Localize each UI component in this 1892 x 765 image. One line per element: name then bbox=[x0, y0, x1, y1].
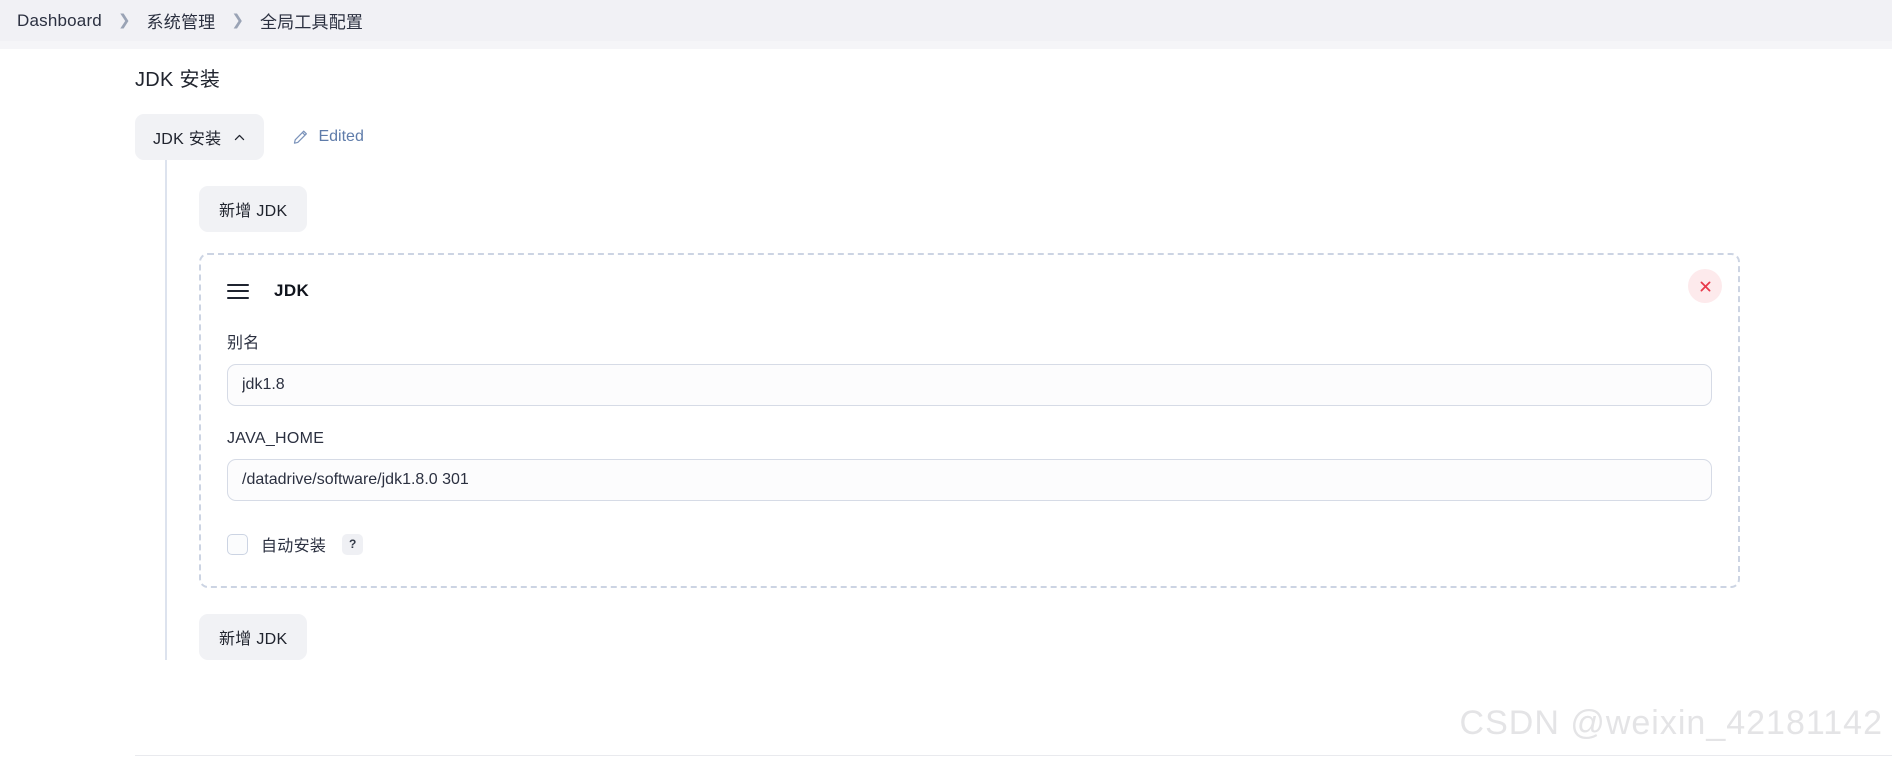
chevron-right-icon: ❯ bbox=[231, 11, 244, 29]
breadcrumb-underlay bbox=[0, 41, 1892, 49]
auto-install-row: 自动安装 ? bbox=[227, 532, 1712, 556]
drag-handle-icon[interactable] bbox=[227, 283, 249, 299]
watermark: CSDN @weixin_42181142 bbox=[1459, 704, 1883, 742]
footer-divider bbox=[135, 755, 1892, 756]
add-jdk-bottom-wrap: 新增 JDK bbox=[199, 614, 1892, 660]
edited-label: Edited bbox=[318, 128, 364, 145]
page-body: JDK 安装 JDK 安装 Edited 新增 JDK JDK 别名 jdk1.… bbox=[0, 49, 1892, 765]
edited-link[interactable]: Edited bbox=[292, 128, 364, 146]
field-java-home-label: JAVA_HOME bbox=[227, 430, 325, 447]
field-java-home: JAVA_HOME bbox=[227, 430, 1712, 501]
breadcrumb-item-global-tool-config[interactable]: 全局工具配置 bbox=[260, 8, 363, 33]
breadcrumb-item-dashboard[interactable]: Dashboard bbox=[17, 11, 102, 31]
alias-input[interactable] bbox=[227, 364, 1712, 406]
field-alias-label: 别名 bbox=[227, 335, 260, 352]
chevron-up-icon bbox=[235, 134, 245, 140]
breadcrumb-item-system-management[interactable]: 系统管理 bbox=[147, 8, 216, 33]
close-icon bbox=[1700, 281, 1710, 291]
chevron-right-icon: ❯ bbox=[117, 11, 131, 29]
section-body: 新增 JDK JDK 别名 jdk1.8 JAVA_HOME /datadriv… bbox=[165, 160, 1892, 660]
add-jdk-button-top[interactable]: 新增 JDK bbox=[199, 186, 308, 232]
collapse-section-label: JDK 安装 bbox=[153, 131, 222, 148]
pencil-icon bbox=[294, 130, 308, 144]
auto-install-checkbox[interactable] bbox=[227, 533, 248, 555]
jdk-card-header: JDK bbox=[227, 277, 1712, 305]
section-header: JDK 安装 Edited bbox=[135, 114, 1892, 160]
remove-jdk-button[interactable] bbox=[1688, 269, 1722, 303]
field-alias: 别名 bbox=[227, 329, 1712, 406]
auto-install-label: 自动安装 bbox=[261, 538, 327, 555]
content-column: JDK 安装 JDK 安装 Edited 新增 JDK JDK 别名 jdk1.… bbox=[0, 49, 1892, 660]
help-icon[interactable]: ? bbox=[342, 533, 364, 555]
page-title: JDK 安装 bbox=[135, 69, 221, 91]
collapse-section-button[interactable]: JDK 安装 bbox=[135, 114, 265, 160]
jdk-entry-card: JDK 别名 JAVA_HOME 自动安装 bbox=[199, 253, 1740, 588]
java-home-input[interactable] bbox=[227, 459, 1712, 501]
jdk-card-title: JDK bbox=[274, 281, 310, 300]
breadcrumb: Dashboard ❯ 系统管理 ❯ 全局工具配置 bbox=[0, 0, 1892, 41]
add-jdk-button-bottom[interactable]: 新增 JDK bbox=[199, 614, 308, 660]
